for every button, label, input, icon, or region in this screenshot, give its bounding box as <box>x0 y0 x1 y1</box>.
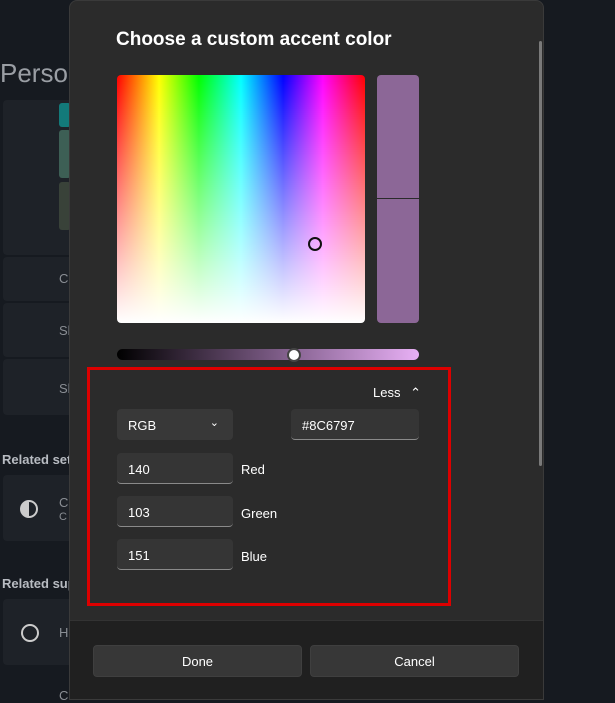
color-mode-value: RGB <box>128 418 157 433</box>
spectrum-picker-handle[interactable] <box>308 237 322 251</box>
color-mode-dropdown[interactable]: RGB ⌄ <box>117 409 233 440</box>
contrast-icon <box>20 500 38 518</box>
red-value: 140 <box>128 462 150 477</box>
red-label: Red <box>241 462 265 477</box>
color-preview-previous <box>377 199 419 323</box>
chevron-up-icon: ⌃ <box>410 385 421 400</box>
highlight-box <box>87 367 451 606</box>
blue-label: Blue <box>241 549 268 564</box>
done-button[interactable]: Done <box>93 645 302 677</box>
less-toggle[interactable]: Less ⌃ <box>373 385 421 401</box>
dialog-footer: Done Cancel <box>70 620 543 699</box>
brightness-slider-thumb[interactable] <box>287 348 301 362</box>
accent-color-dialog: Choose a custom accent color Less ⌃ RGB ⌄… <box>69 0 544 700</box>
green-value: 103 <box>128 505 150 520</box>
red-input[interactable]: 140 <box>117 453 233 484</box>
scrollbar[interactable] <box>539 41 542 466</box>
cancel-button[interactable]: Cancel <box>310 645 519 677</box>
hex-input[interactable]: #8C6797 <box>291 409 419 440</box>
green-input[interactable]: 103 <box>117 496 233 527</box>
brightness-slider[interactable] <box>117 349 419 360</box>
color-spectrum[interactable] <box>117 75 365 323</box>
related-support-heading: Related sup <box>2 576 76 591</box>
related-settings-heading: Related set <box>2 452 72 467</box>
green-label: Green <box>241 506 278 521</box>
dialog-title: Choose a custom accent color <box>116 29 392 50</box>
background-page-title: Perso <box>0 58 68 88</box>
chevron-down-icon: ⌄ <box>209 417 219 429</box>
hex-value: #8C6797 <box>302 418 355 433</box>
globe-icon <box>21 624 39 642</box>
blue-value: 151 <box>128 548 150 563</box>
color-preview-current <box>377 75 419 198</box>
blue-input[interactable]: 151 <box>117 539 233 570</box>
less-label: Less <box>373 385 401 400</box>
